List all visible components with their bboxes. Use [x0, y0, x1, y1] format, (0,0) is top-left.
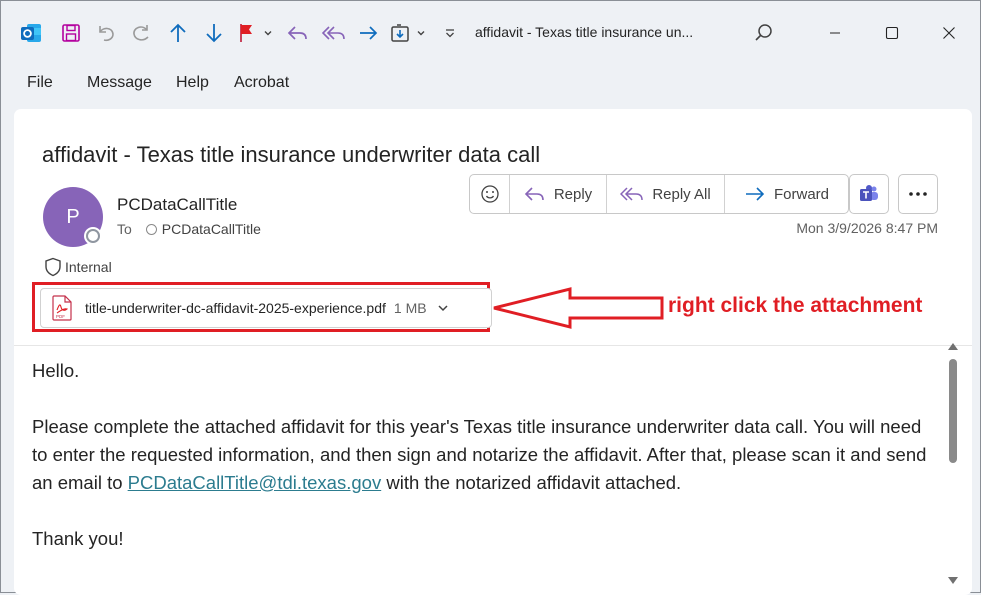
attachment-chip[interactable]: PDF title-underwriter-dc-affidavit-2025-…	[40, 288, 492, 328]
shield-icon	[45, 257, 61, 277]
reply-icon	[524, 187, 544, 201]
forward-icon	[745, 187, 765, 201]
more-icon	[909, 192, 927, 196]
recipient-name[interactable]: PCDataCallTitle	[162, 221, 261, 237]
pdf-file-icon: PDF	[52, 295, 72, 321]
reply-all-button[interactable]: Reply All	[607, 175, 725, 213]
message-actions-bar: Reply Reply All Forward	[469, 174, 849, 214]
reply-label: Reply	[553, 185, 593, 203]
quick-access-customize-icon[interactable]	[444, 19, 456, 47]
sensitivity-text: Internal	[65, 259, 112, 275]
forward-button[interactable]: Forward	[725, 175, 848, 213]
avatar-initial: P	[66, 205, 80, 228]
menu-message[interactable]: Message	[87, 74, 152, 92]
sender-name[interactable]: PCDataCallTitle	[117, 195, 237, 215]
body-greeting: Hello.	[32, 360, 80, 381]
reply-all-icon	[620, 187, 644, 201]
emoji-icon	[480, 185, 499, 203]
teams-chat-button[interactable]	[849, 174, 889, 214]
more-actions-button[interactable]	[898, 174, 938, 214]
arrow-up-icon[interactable]	[167, 19, 189, 47]
reply-icon[interactable]	[286, 19, 310, 47]
save-icon[interactable]	[60, 19, 82, 47]
move-dropdown-chevron-icon[interactable]	[416, 19, 426, 47]
annotation-arrow-icon	[493, 287, 664, 329]
body-paragraph: Please complete the attached affidavit f…	[32, 413, 928, 497]
forward-label: Forward	[773, 185, 829, 203]
redo-icon[interactable]	[130, 19, 154, 47]
message-body: Hello. Please complete the attached affi…	[32, 357, 928, 581]
menu-file[interactable]: File	[27, 74, 53, 92]
flag-dropdown-chevron-icon[interactable]	[263, 19, 273, 47]
flag-icon[interactable]	[237, 19, 257, 47]
reply-button[interactable]: Reply	[510, 175, 607, 213]
outlook-window: affidavit - Texas title insurance un... …	[0, 0, 981, 595]
scroll-down-arrow-icon[interactable]	[948, 577, 958, 584]
search-icon[interactable]	[753, 19, 775, 47]
move-to-icon[interactable]	[389, 19, 413, 47]
menu-help[interactable]: Help	[176, 74, 209, 92]
reaction-button[interactable]	[470, 175, 510, 213]
sensitivity-label: Internal	[44, 257, 112, 277]
body-scrollbar[interactable]	[944, 341, 962, 593]
maximize-button[interactable]	[869, 15, 915, 51]
teams-icon	[860, 185, 878, 201]
minimize-button[interactable]	[812, 15, 858, 51]
recipient-presence-icon	[145, 223, 157, 235]
window-title: affidavit - Texas title insurance un...	[475, 24, 694, 40]
attachment-size: 1 MB	[393, 300, 427, 316]
message-subject: affidavit - Texas title insurance underw…	[42, 142, 541, 167]
scroll-up-arrow-icon[interactable]	[948, 343, 958, 350]
reply-all-icon[interactable]	[321, 19, 347, 47]
reply-all-label: Reply All	[652, 185, 711, 203]
close-button[interactable]	[926, 15, 972, 51]
attachment-name: title-underwriter-dc-affidavit-2025-expe…	[85, 300, 386, 316]
menu-acrobat[interactable]: Acrobat	[234, 74, 289, 92]
presence-status-icon	[86, 229, 100, 243]
email-link[interactable]: PCDataCallTitle@tdi.texas.gov	[128, 472, 382, 493]
message-reading-pane: affidavit - Texas title insurance underw…	[14, 109, 972, 595]
attachment-menu-chevron-icon[interactable]	[437, 302, 449, 314]
header-divider	[14, 345, 972, 346]
scrollbar-thumb[interactable]	[949, 359, 957, 463]
body-closing: Thank you!	[32, 528, 124, 549]
body-text-after-link: with the notarized affidavit attached.	[381, 472, 682, 493]
arrow-down-icon[interactable]	[203, 19, 225, 47]
svg-text:PDF: PDF	[56, 314, 65, 319]
annotation-text: right click the attachment	[668, 294, 923, 317]
outlook-logo-icon	[19, 19, 43, 47]
undo-icon[interactable]	[94, 19, 118, 47]
title-bar: affidavit - Texas title insurance un...	[1, 1, 980, 65]
to-label: To	[117, 221, 132, 237]
recipient-line: To PCDataCallTitle	[117, 221, 261, 237]
forward-icon[interactable]	[357, 19, 379, 47]
message-datetime: Mon 3/9/2026 8:47 PM	[796, 220, 938, 236]
